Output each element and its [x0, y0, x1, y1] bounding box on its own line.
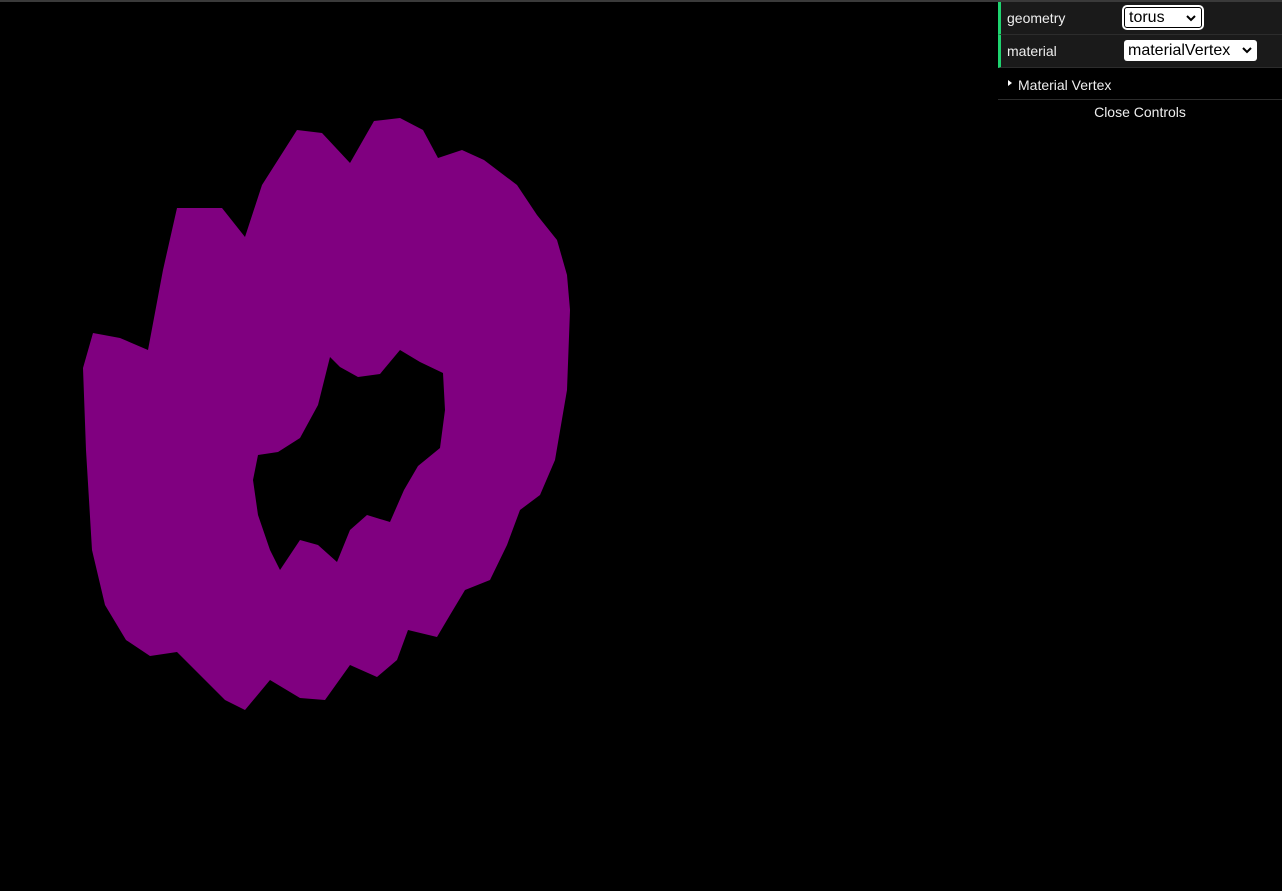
scene-render [83, 118, 570, 710]
chevron-down-icon [1186, 15, 1196, 22]
webgl-canvas[interactable] [0, 2, 1282, 891]
close-controls-button[interactable]: Close Controls [998, 100, 1282, 124]
material-vertex-folder[interactable]: Material Vertex [998, 68, 1282, 100]
geometry-label: geometry [1007, 10, 1066, 26]
material-select[interactable]: materialVertex [1124, 40, 1257, 61]
controls-panel: geometry torus material materialVertex M… [998, 2, 1282, 124]
folder-collapsed-icon [1008, 80, 1012, 86]
distorted-torus-mesh [83, 118, 570, 710]
material-label: material [1007, 43, 1057, 59]
geometry-select[interactable]: torus [1122, 5, 1204, 30]
chevron-down-icon [1242, 47, 1252, 54]
folder-title: Material Vertex [1018, 77, 1112, 93]
geometry-select-value: torus [1129, 9, 1165, 26]
material-select-value: materialVertex [1128, 42, 1231, 59]
geometry-controller: geometry torus [998, 2, 1282, 35]
material-controller: material materialVertex [998, 35, 1282, 68]
